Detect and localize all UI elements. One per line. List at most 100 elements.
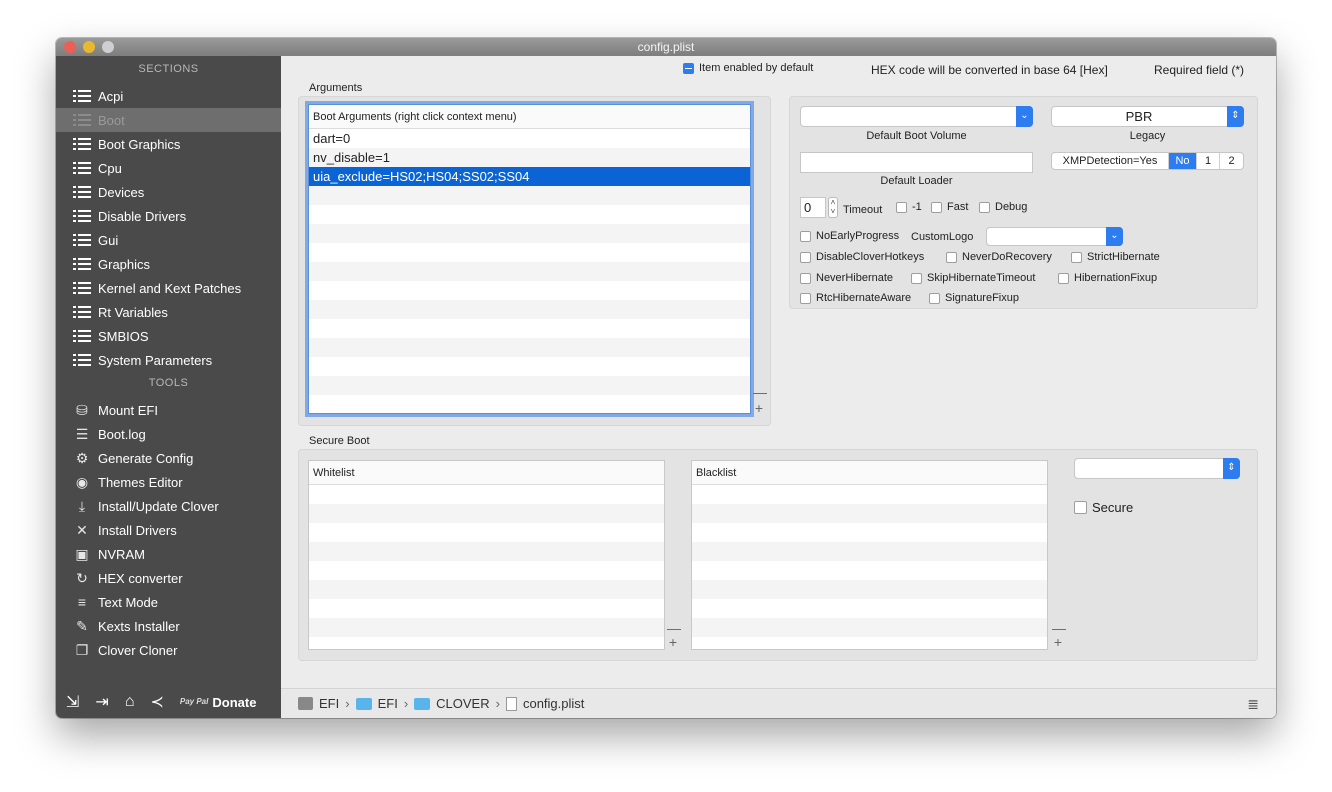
path-item-efi-volume[interactable]: EFI [319,696,339,711]
table-row[interactable] [309,618,664,637]
sidebar-item-kernel-and-kext-patches[interactable]: Kernel and Kext Patches [56,276,281,300]
table-row[interactable] [309,485,664,504]
table-row[interactable] [692,561,1047,580]
sidebar-item-cpu[interactable]: Cpu [56,156,281,180]
path-item-clover[interactable]: CLOVER [436,696,489,711]
tool-generate-config[interactable]: ⚙ Generate Config [56,446,281,470]
sidebar-item-devices[interactable]: Devices [56,180,281,204]
xmp-option-1[interactable]: 1 [1197,153,1220,169]
sidebar-item-acpi[interactable]: Acpi [56,84,281,108]
sidebar-item-boot[interactable]: Boot [56,108,281,132]
sidebar-item-graphics[interactable]: Graphics [56,252,281,276]
path-item-config[interactable]: config.plist [523,696,584,711]
table-row[interactable] [309,395,750,413]
tool-install-drivers[interactable]: ✕ Install Drivers [56,518,281,542]
whitelist-table[interactable]: Whitelist [308,460,665,650]
table-row[interactable] [309,580,664,599]
sidebar-item-gui[interactable]: Gui [56,228,281,252]
fast-checkbox[interactable]: Fast [931,201,968,213]
sidebar-item-boot-graphics[interactable]: Boot Graphics [56,132,281,156]
export-icon[interactable]: ⇥ [95,692,108,712]
table-row[interactable]: dart=0 [309,129,750,148]
tool-nvram[interactable]: ▣ NVRAM [56,542,281,566]
remove-argument-button[interactable]: — [753,385,767,399]
tool-hex-converter[interactable]: ↻ HEX converter [56,566,281,590]
secure-checkbox[interactable]: Secure [1074,500,1133,515]
default-loader-field[interactable] [800,152,1033,173]
zoom-window-button[interactable] [102,41,114,53]
boot-arguments-table[interactable]: Boot Arguments (right click context menu… [308,104,751,414]
table-row[interactable] [309,300,750,319]
no-early-progress-checkbox[interactable]: NoEarlyProgress [800,230,899,242]
table-row[interactable] [692,485,1047,504]
xmp-option-no[interactable]: No [1169,153,1197,169]
close-window-button[interactable] [64,41,76,53]
table-row[interactable] [692,599,1047,618]
table-row[interactable] [309,262,750,281]
rtc-hibernate-aware-checkbox[interactable]: RtcHibernateAware [800,292,911,304]
table-row[interactable] [309,376,750,395]
skip-hibernate-timeout-checkbox[interactable]: SkipHibernateTimeout [911,272,1035,284]
strict-hibernate-checkbox[interactable]: StrictHibernate [1071,251,1160,263]
table-row[interactable] [309,599,664,618]
tool-text-mode[interactable]: ≡ Text Mode [56,590,281,614]
table-row[interactable] [309,542,664,561]
table-row[interactable] [309,504,664,523]
path-item-efi-folder[interactable]: EFI [378,696,398,711]
table-row[interactable] [309,186,750,205]
donate-button[interactable]: Pay Pal Donate [180,695,257,710]
table-row[interactable] [309,338,750,357]
disable-clover-hotkeys-checkbox[interactable]: DisableCloverHotkeys [800,251,924,263]
table-row[interactable] [692,523,1047,542]
table-row[interactable] [692,618,1047,637]
add-whitelist-button[interactable]: + [667,635,679,649]
never-hibernate-checkbox[interactable]: NeverHibernate [800,272,893,284]
table-row[interactable] [309,224,750,243]
sidebar-item-rt-variables[interactable]: Rt Variables [56,300,281,324]
default-boot-volume-select[interactable]: ⌄ [800,106,1033,127]
hibernation-fixup-checkbox[interactable]: HibernationFixup [1058,272,1157,284]
import-icon[interactable]: ⇲ [66,692,79,712]
table-row[interactable] [309,281,750,300]
blacklist-table[interactable]: Blacklist [691,460,1048,650]
table-row[interactable] [309,357,750,376]
tool-boot-log[interactable]: ☰ Boot.log [56,422,281,446]
table-row[interactable] [309,319,750,338]
home-icon[interactable]: ⌂ [125,693,135,711]
table-row[interactable]: nv_disable=1 [309,148,750,167]
table-row[interactable]: uia_exclude=HS02;HS04;SS02;SS04 [309,167,750,186]
table-row[interactable] [309,205,750,224]
remove-whitelist-button[interactable]: — [667,621,681,635]
custom-logo-select[interactable]: ⌄ [986,227,1123,246]
add-argument-button[interactable]: + [753,401,765,415]
xmp-option-2[interactable]: 2 [1220,153,1243,169]
table-row[interactable] [692,580,1047,599]
tool-themes-editor[interactable]: ◉ Themes Editor [56,470,281,494]
tool-install-update-clover[interactable]: ⤓ Install/Update Clover [56,494,281,518]
debug-checkbox[interactable]: Debug [979,201,1027,213]
minus1-checkbox[interactable]: -1 [896,201,922,213]
sidebar-item-system-parameters[interactable]: System Parameters [56,348,281,372]
tool-clover-cloner[interactable]: ❐ Clover Cloner [56,638,281,662]
table-row[interactable] [309,637,664,649]
minimize-window-button[interactable] [83,41,95,53]
timeout-field[interactable]: 0 [800,197,826,218]
tool-kexts-installer[interactable]: ✎ Kexts Installer [56,614,281,638]
remove-blacklist-button[interactable]: — [1052,621,1066,635]
xmp-detection-segmented[interactable]: XMPDetection=Yes No 1 2 [1051,152,1244,170]
table-row[interactable] [309,243,750,262]
menu-lines-icon[interactable]: ≣ [1247,696,1259,713]
legacy-select[interactable]: PBR ⇕ [1051,106,1244,127]
timeout-stepper[interactable]: ˄ ˅ [828,197,838,218]
share-icon[interactable]: ≺ [150,692,163,712]
secure-boot-policy-select[interactable]: ⇕ [1074,458,1240,479]
table-row[interactable] [692,504,1047,523]
signature-fixup-checkbox[interactable]: SignatureFixup [929,292,1019,304]
table-row[interactable] [309,561,664,580]
sidebar-item-smbios[interactable]: SMBIOS [56,324,281,348]
never-do-recovery-checkbox[interactable]: NeverDoRecovery [946,251,1052,263]
table-row[interactable] [692,542,1047,561]
add-blacklist-button[interactable]: + [1052,635,1064,649]
tool-mount-efi[interactable]: ⛁ Mount EFI [56,398,281,422]
table-row[interactable] [309,523,664,542]
